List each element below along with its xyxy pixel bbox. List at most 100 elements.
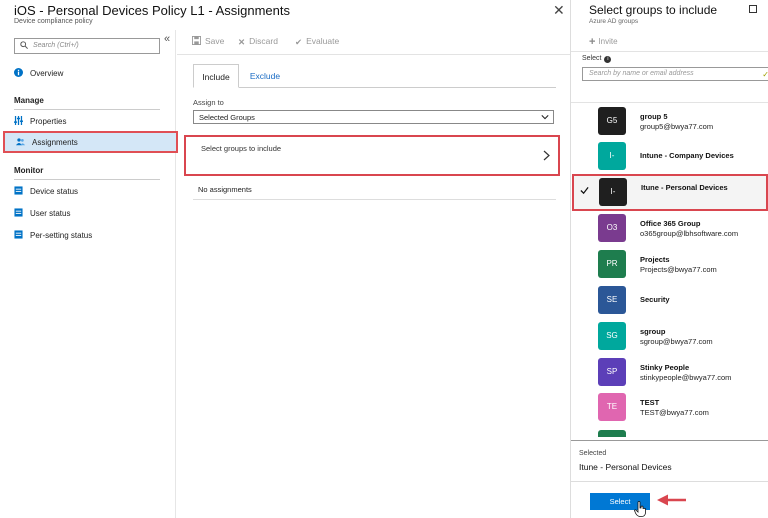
blade-header: iOS - Personal Devices Policy L1 - Assig… xyxy=(0,0,570,30)
info-icon xyxy=(14,68,23,77)
users-icon xyxy=(16,138,25,146)
assignments-empty-row: No assignments xyxy=(193,180,556,200)
discard-icon: ✕ xyxy=(238,37,246,47)
group-avatar: I- xyxy=(598,142,626,170)
save-icon xyxy=(192,36,201,45)
assignments-empty-text: No assignments xyxy=(198,185,252,194)
nav-section-monitor: Monitor xyxy=(14,166,44,175)
collapse-nav-icon[interactable]: « xyxy=(164,33,170,45)
nav-item-per-setting-status[interactable]: Per-setting status xyxy=(0,224,176,246)
group-avatar: G5 xyxy=(598,107,626,135)
tab-bar: Include Exclude xyxy=(193,64,556,88)
select-groups-row[interactable]: Select groups to include xyxy=(184,135,560,176)
group-email: group5@bwya77.com xyxy=(640,122,714,131)
red-arrow-annotation xyxy=(657,494,686,506)
group-list-item[interactable]: SP Stinky People stinkypeople@bwya77.com xyxy=(571,354,768,390)
group-avatar: PR xyxy=(598,250,626,278)
group-list-item[interactable]: SE Security xyxy=(571,282,768,318)
properties-icon xyxy=(14,116,23,125)
invite-label: Invite xyxy=(598,37,618,46)
nav-search-input[interactable]: Search (Ctrl+/) xyxy=(14,38,160,54)
chevron-right-icon xyxy=(543,150,550,161)
group-avatar: SG xyxy=(598,322,626,350)
group-list-item[interactable]: TE TEST TEST@bwya77.com xyxy=(571,389,768,425)
nav-item-label: Device status xyxy=(30,187,79,196)
evaluate-button[interactable]: ✔ Evaluate xyxy=(295,36,339,48)
select-label: Select i xyxy=(582,55,612,63)
footer-divider xyxy=(571,440,768,441)
list-icon xyxy=(14,208,23,217)
assign-to-dropdown[interactable]: Selected Groups xyxy=(193,110,554,124)
group-name: Stinky People xyxy=(640,363,690,372)
nav-item-assignments[interactable]: Assignments xyxy=(3,131,178,153)
nav-item-label: User status xyxy=(30,209,71,218)
page-subtitle: Device compliance policy xyxy=(14,18,93,25)
group-name: sgroup xyxy=(640,327,666,336)
group-tile-partial xyxy=(598,430,626,437)
save-button[interactable]: Save xyxy=(192,36,224,46)
evaluate-label: Evaluate xyxy=(306,36,340,46)
nav-item-user-status[interactable]: User status xyxy=(0,202,176,224)
group-email: sgroup@bwya77.com xyxy=(640,337,713,346)
nav-item-device-status[interactable]: Device status xyxy=(0,180,176,202)
list-icon xyxy=(14,230,23,239)
discard-button[interactable]: ✕ Discard xyxy=(238,36,278,48)
group-email: stinkypeople@bwya77.com xyxy=(640,373,732,382)
chevron-down-icon xyxy=(541,115,549,120)
group-list-item[interactable]: G5 group 5 group5@bwya77.com xyxy=(571,103,768,139)
toolbar-divider xyxy=(177,54,570,55)
page-title: iOS - Personal Devices Policy L1 - Assig… xyxy=(14,3,290,18)
select-groups-pane: Select groups to include Azure AD groups… xyxy=(570,0,768,518)
assign-to-label: Assign to xyxy=(193,98,224,107)
footer-divider xyxy=(571,481,768,482)
group-name: group 5 xyxy=(640,112,668,121)
save-label: Save xyxy=(205,36,225,46)
selected-label: Selected xyxy=(579,450,607,457)
group-list-item[interactable]: PR Projects Projects@bwya77.com xyxy=(571,246,768,282)
nav-item-overview[interactable]: Overview xyxy=(0,62,176,84)
group-list-item[interactable]: I- Itune - Personal Devices xyxy=(572,174,768,211)
group-avatar: SE xyxy=(598,286,626,314)
nav-item-label: Assignments xyxy=(32,138,78,147)
select-groups-label: Select groups to include xyxy=(201,144,282,153)
plus-icon: + xyxy=(589,36,596,48)
group-email: TEST@bwya77.com xyxy=(640,408,709,417)
group-name: Itune - Personal Devices xyxy=(641,183,728,192)
close-icon[interactable]: ✕ xyxy=(553,3,565,17)
invite-button[interactable]: + Invite xyxy=(589,36,618,48)
search-icon xyxy=(20,41,28,49)
group-list-item[interactable]: O3 Office 365 Group o365group@lbhsoftware.… xyxy=(571,210,768,246)
group-name: TEST xyxy=(640,398,660,407)
group-search-input[interactable]: Search by name or email address ✓ xyxy=(582,67,768,81)
group-name: Office 365 Group xyxy=(640,219,701,228)
assign-to-value: Selected Groups xyxy=(199,113,255,122)
nav-item-properties[interactable]: Properties xyxy=(0,110,176,132)
select-label-text: Select xyxy=(582,55,602,62)
group-name: Intune - Company Devices xyxy=(640,151,734,160)
group-email: Projects@bwya77.com xyxy=(640,265,717,274)
group-avatar: O3 xyxy=(598,214,626,242)
nav-section-manage: Manage xyxy=(14,96,44,105)
tab-include[interactable]: Include xyxy=(193,64,239,88)
group-search-placeholder: Search by name or email address xyxy=(589,70,694,77)
info-icon[interactable]: i xyxy=(604,56,612,63)
group-list-item[interactable]: SG sgroup sgroup@bwya77.com xyxy=(571,318,768,354)
pane-title: Select groups to include xyxy=(589,3,718,17)
discard-label: Discard xyxy=(249,36,278,46)
checkmark-icon xyxy=(580,186,589,195)
checkmark-icon: ✔ xyxy=(295,37,303,47)
selected-value: Itune - Personal Devices xyxy=(579,462,672,472)
validation-check-icon: ✓ xyxy=(762,70,768,79)
nav-item-label: Overview xyxy=(30,69,64,78)
pane-subtitle: Azure AD groups xyxy=(589,18,639,25)
group-list-item[interactable]: I- Intune - Company Devices xyxy=(571,138,768,174)
maximize-icon[interactable] xyxy=(749,5,757,13)
pane-divider xyxy=(571,51,768,52)
list-icon xyxy=(14,186,23,195)
group-avatar: SP xyxy=(598,358,626,386)
group-avatar: I- xyxy=(599,178,627,206)
left-nav: Search (Ctrl+/) « Overview Manage Proper… xyxy=(0,30,178,518)
tab-exclude[interactable]: Exclude xyxy=(241,64,289,88)
nav-search-placeholder: Search (Ctrl+/) xyxy=(33,42,79,49)
group-avatar: TE xyxy=(598,393,626,421)
